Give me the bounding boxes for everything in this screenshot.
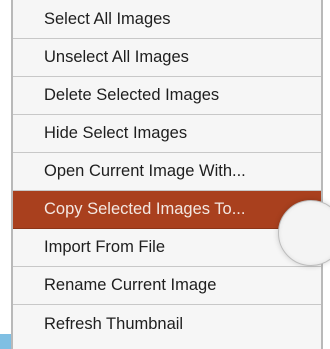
menu-item-select-all-images[interactable]: Select All Images: [13, 0, 321, 39]
menu-item-rename-current-image[interactable]: Rename Current Image: [13, 267, 321, 305]
screen: Select All Images Unselect All Images De…: [0, 0, 330, 349]
menu-item-hide-select-images[interactable]: Hide Select Images: [13, 115, 321, 153]
menu-item-open-current-image-with[interactable]: Open Current Image With...: [13, 153, 321, 191]
context-menu: Select All Images Unselect All Images De…: [11, 0, 323, 349]
menu-item-copy-selected-images-to[interactable]: Copy Selected Images To...: [13, 191, 321, 229]
menu-item-import-from-file[interactable]: Import From File: [13, 229, 321, 267]
menu-item-refresh-thumbnail[interactable]: Refresh Thumbnail: [13, 305, 321, 343]
menu-item-unselect-all-images[interactable]: Unselect All Images: [13, 39, 321, 77]
menu-item-delete-selected-images[interactable]: Delete Selected Images: [13, 77, 321, 115]
